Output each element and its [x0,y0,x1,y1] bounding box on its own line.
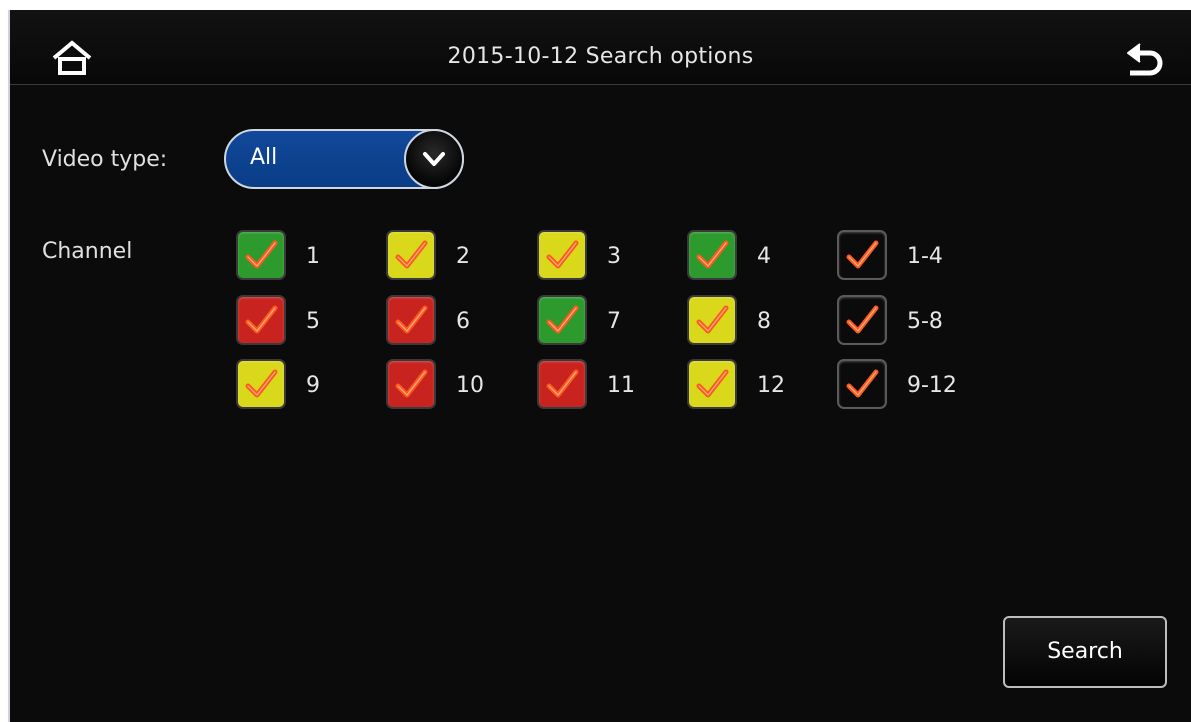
channel-number: 1 [306,244,320,269]
page-title: 2015-10-12 Search options [447,44,754,69]
video-type-dropdown[interactable]: All [224,129,464,189]
checkbox-box[interactable] [687,230,737,280]
channel-number: 12 [757,373,785,398]
channel-number: 4 [757,244,771,269]
search-button[interactable]: Search [1003,616,1167,688]
checkbox-box[interactable] [687,359,737,409]
checkbox-box[interactable] [236,295,286,345]
channel-number: 5-8 [907,309,943,334]
channel-number: 2 [456,244,470,269]
channel-number: 7 [607,309,621,334]
channel-number: 1-4 [907,244,943,269]
channel-number: 5 [306,309,320,334]
channel-number: 3 [607,244,621,269]
checkbox-box[interactable] [236,230,286,280]
back-button[interactable] [1120,38,1170,80]
checkbox-box[interactable] [537,230,587,280]
dropdown-toggle-button[interactable] [404,129,464,189]
checkbox-box[interactable] [386,230,436,280]
checkbox-box[interactable] [837,230,887,280]
channel-number: 11 [607,373,635,398]
dvr-screen: 2015-10-12 Search options Video type: Al… [8,10,1191,722]
header-bar: 2015-10-12 Search options [10,10,1191,85]
back-icon [1120,43,1170,84]
checkbox-box[interactable] [687,295,737,345]
video-type-label: Video type: [42,147,168,172]
video-type-value: All [250,145,278,170]
channel-number: 6 [456,309,470,334]
checkbox-box[interactable] [386,359,436,409]
checkbox-box[interactable] [837,295,887,345]
channel-number: 8 [757,309,771,334]
channel-number: 9 [306,373,320,398]
channel-number: 9-12 [907,373,957,398]
channel-label: Channel [42,239,133,264]
checkbox-box[interactable] [236,359,286,409]
checkbox-box[interactable] [837,359,887,409]
checkbox-box[interactable] [537,295,587,345]
checkbox-box[interactable] [537,359,587,409]
checkbox-box[interactable] [386,295,436,345]
channel-number: 10 [456,373,484,398]
